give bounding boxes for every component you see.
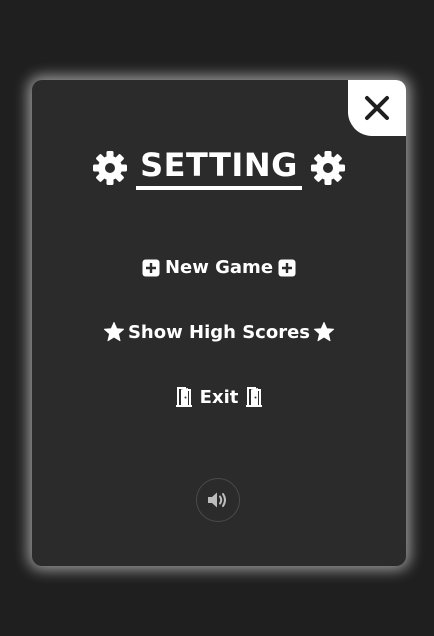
new-game-button[interactable]: New Game <box>32 257 406 278</box>
page-title: SETTING <box>136 146 302 190</box>
star-icon <box>103 321 125 343</box>
settings-modal: SETTING New Game Show High Scores Exit <box>32 80 406 566</box>
exit-label: Exit <box>199 386 239 408</box>
show-high-scores-button[interactable]: Show High Scores <box>32 321 406 343</box>
gear-icon <box>310 150 346 186</box>
door-open-icon <box>173 386 195 408</box>
gear-icon <box>92 150 128 186</box>
close-icon <box>363 94 391 122</box>
star-icon <box>313 321 335 343</box>
volume-icon <box>206 490 230 510</box>
plus-square-icon <box>278 259 296 277</box>
close-button[interactable] <box>348 80 406 136</box>
show-high-scores-label: Show High Scores <box>127 321 311 343</box>
sound-toggle-button[interactable] <box>196 478 240 522</box>
exit-button[interactable]: Exit <box>32 386 406 408</box>
plus-square-icon <box>142 259 160 277</box>
modal-header: SETTING <box>32 146 406 190</box>
door-open-icon <box>243 386 265 408</box>
new-game-label: New Game <box>164 257 274 278</box>
